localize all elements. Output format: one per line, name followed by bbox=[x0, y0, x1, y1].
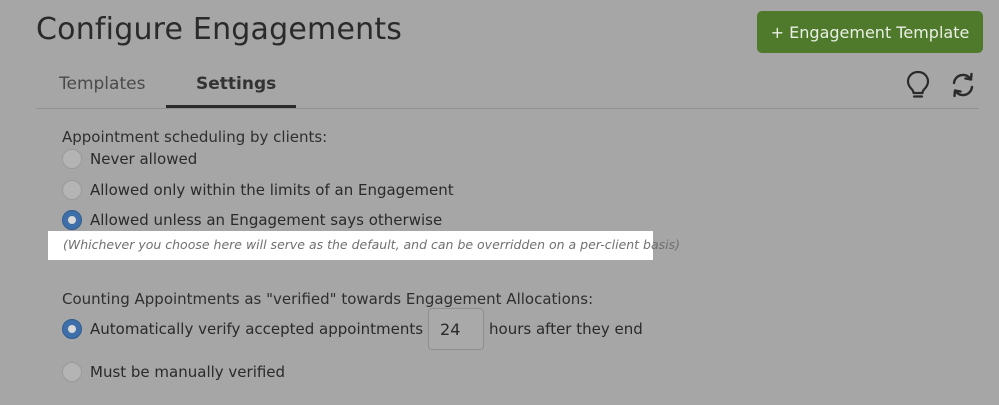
radio-label: Allowed unless an Engagement says otherw… bbox=[90, 211, 443, 229]
radio-button[interactable] bbox=[62, 149, 82, 169]
scheduling-section-label: Appointment scheduling by clients: bbox=[62, 128, 328, 146]
radio-allowed-unless-otherwise[interactable]: Allowed unless an Engagement says otherw… bbox=[62, 209, 442, 231]
tab-settings[interactable]: Settings bbox=[196, 74, 276, 94]
radio-button[interactable] bbox=[62, 180, 82, 200]
active-tab-indicator bbox=[166, 105, 296, 108]
verification-section-label: Counting Appointments as "verified" towa… bbox=[62, 290, 594, 308]
add-engagement-template-button[interactable]: + Engagement Template bbox=[757, 11, 983, 53]
radio-label: Never allowed bbox=[90, 150, 198, 168]
hours-input[interactable] bbox=[428, 308, 485, 350]
radio-label: Must be manually verified bbox=[90, 363, 286, 381]
radio-never-allowed[interactable]: Never allowed bbox=[62, 148, 197, 170]
radio-auto-verify[interactable]: Automatically verify accepted appointmen… bbox=[62, 308, 643, 350]
tab-bar: Templates Settings bbox=[36, 64, 979, 109]
radio-button[interactable] bbox=[62, 362, 82, 382]
radio-button-selected[interactable] bbox=[62, 319, 82, 339]
lightbulb-icon[interactable] bbox=[905, 70, 931, 100]
radio-allowed-within-limits[interactable]: Allowed only within the limits of an Eng… bbox=[62, 179, 454, 201]
radio-label: Automatically verify accepted appointmen… bbox=[90, 320, 424, 338]
radio-button-selected[interactable] bbox=[62, 210, 82, 230]
radio-label-suffix: hours after they end bbox=[489, 320, 643, 338]
radio-label: Allowed only within the limits of an Eng… bbox=[90, 181, 454, 199]
page-title: Configure Engagements bbox=[36, 12, 403, 47]
default-override-hint: (Whichever you choose here will serve as… bbox=[48, 231, 680, 260]
refresh-icon[interactable] bbox=[949, 71, 977, 99]
tab-templates[interactable]: Templates bbox=[59, 74, 145, 94]
radio-manual-verify[interactable]: Must be manually verified bbox=[62, 361, 285, 383]
